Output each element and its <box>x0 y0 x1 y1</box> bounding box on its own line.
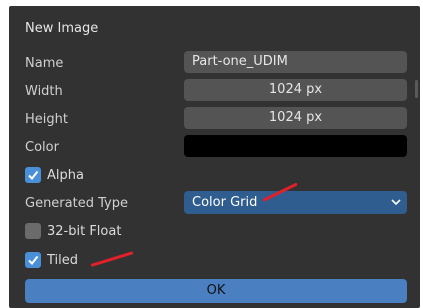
alpha-checkbox[interactable]: Alpha <box>25 167 84 183</box>
generated-type-dropdown[interactable]: Color Grid <box>184 191 407 214</box>
generated-type-label: Generated Type <box>25 196 128 211</box>
checkbox-unchecked-icon <box>25 223 41 239</box>
alpha-label: Alpha <box>47 167 84 183</box>
scrollbar-handle[interactable] <box>415 80 418 98</box>
chevron-down-icon <box>391 191 401 223</box>
height-label: Height <box>25 112 68 127</box>
tiled-checkbox[interactable]: Tiled <box>25 252 78 268</box>
tiled-label: Tiled <box>47 252 79 268</box>
name-field[interactable]: Part-one_UDIM <box>184 51 407 73</box>
checkbox-checked-icon <box>25 167 41 183</box>
width-label: Width <box>25 84 63 99</box>
float32-checkbox[interactable]: 32-bit Float <box>25 223 121 239</box>
new-image-dialog: New Image Name Part-one_UDIM Width 1024 … <box>9 6 420 308</box>
annotation-underline-tiled <box>90 251 134 267</box>
generated-type-value: Color Grid <box>192 195 258 210</box>
width-field[interactable]: 1024 px <box>184 79 407 101</box>
color-swatch[interactable] <box>184 135 407 157</box>
height-field[interactable]: 1024 px <box>184 107 407 129</box>
ok-button[interactable]: OK <box>25 279 407 303</box>
color-label: Color <box>25 140 59 155</box>
name-label: Name <box>25 56 64 71</box>
dialog-title: New Image <box>25 21 99 36</box>
checkbox-checked-icon <box>25 252 41 268</box>
float32-label: 32-bit Float <box>47 223 122 239</box>
